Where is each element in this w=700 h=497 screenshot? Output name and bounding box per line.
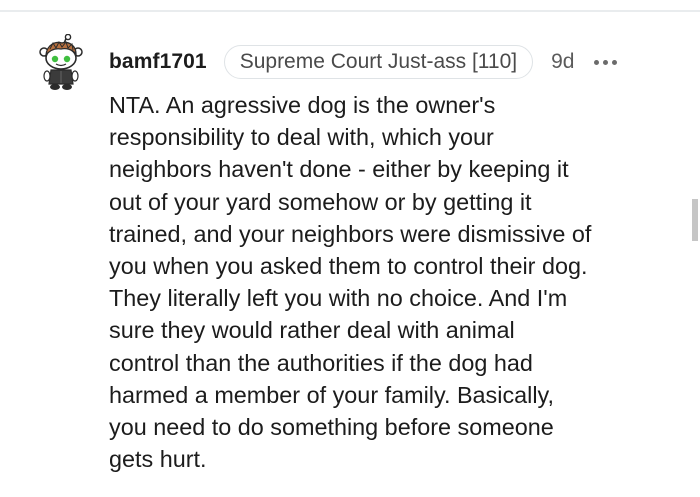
more-horizontal-icon [612,59,618,65]
user-flair-badge: Supreme Court Just-ass [110] [223,45,534,79]
more-horizontal-icon [594,59,600,65]
more-horizontal-icon [603,59,609,65]
comment-timestamp[interactable]: 9d [551,50,574,74]
comment-body: NTA. An agressive dog is the owner's res… [109,92,592,473]
top-divider [0,10,700,12]
username-link[interactable]: bamf1701 [109,50,207,74]
scrollbar-thumb[interactable] [692,199,698,241]
more-options-button[interactable] [594,52,618,72]
reddit-snoo-avatar-icon[interactable] [36,33,86,92]
comment-header: bamf1701 Supreme Court Just-ass [110] 9d [109,44,618,80]
